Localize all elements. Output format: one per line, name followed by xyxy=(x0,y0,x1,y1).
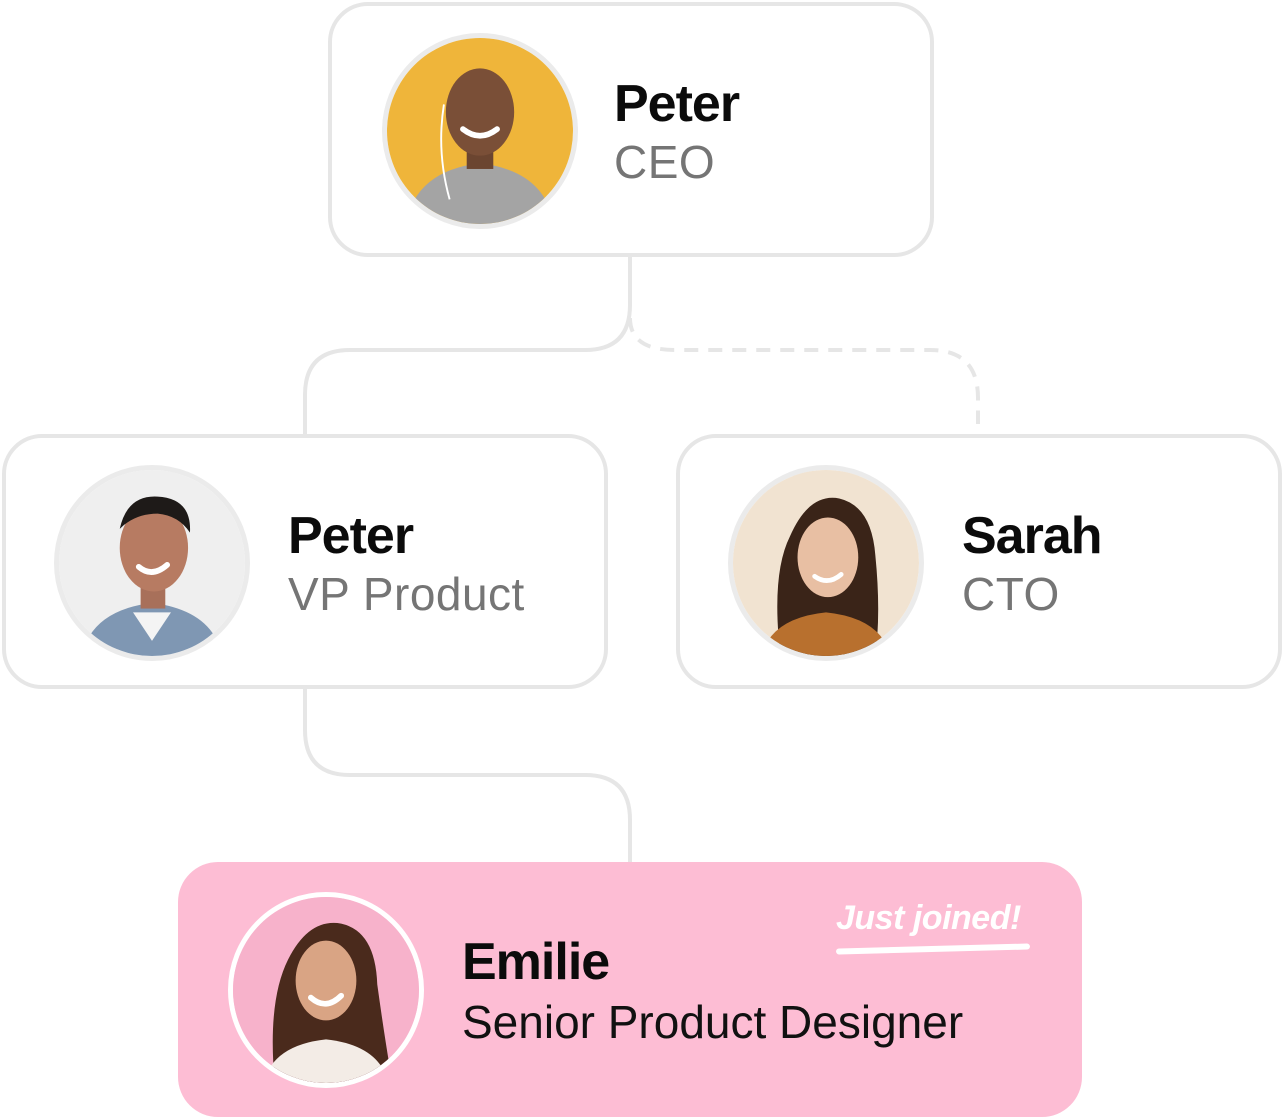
new-hire-card[interactable]: Emilie Senior Product Designer Just join… xyxy=(178,862,1082,1117)
new-hire-avatar-image xyxy=(233,897,419,1083)
just-joined-underline xyxy=(835,943,1031,955)
ceo-avatar xyxy=(382,33,578,229)
new-hire-role: Senior Product Designer xyxy=(462,996,964,1048)
vp-product-avatar xyxy=(54,465,250,661)
cto-card[interactable]: Sarah CTO xyxy=(676,434,1282,689)
ceo-name: Peter xyxy=(614,75,740,133)
cto-name: Sarah xyxy=(962,507,1103,565)
connector-vp-product-to-new-hire xyxy=(303,686,632,862)
vp-product-card[interactable]: Peter VP Product xyxy=(2,434,608,689)
new-hire-avatar xyxy=(228,892,424,1088)
connector-ceo-to-vp-product xyxy=(303,256,632,434)
vp-product-name: Peter xyxy=(288,507,414,565)
vp-product-role: VP Product xyxy=(288,568,525,620)
connector-ceo-to-cto-dashed xyxy=(628,317,980,424)
vp-product-avatar-image xyxy=(59,470,245,656)
cto-role: CTO xyxy=(962,568,1060,620)
cto-avatar-image xyxy=(733,470,919,656)
cto-avatar xyxy=(728,465,924,661)
just-joined-badge: Just joined! xyxy=(836,899,1021,937)
new-hire-name: Emilie xyxy=(462,933,610,991)
ceo-role: CEO xyxy=(614,136,716,188)
ceo-card[interactable]: Peter CEO xyxy=(328,2,934,257)
ceo-avatar-image xyxy=(387,38,573,224)
